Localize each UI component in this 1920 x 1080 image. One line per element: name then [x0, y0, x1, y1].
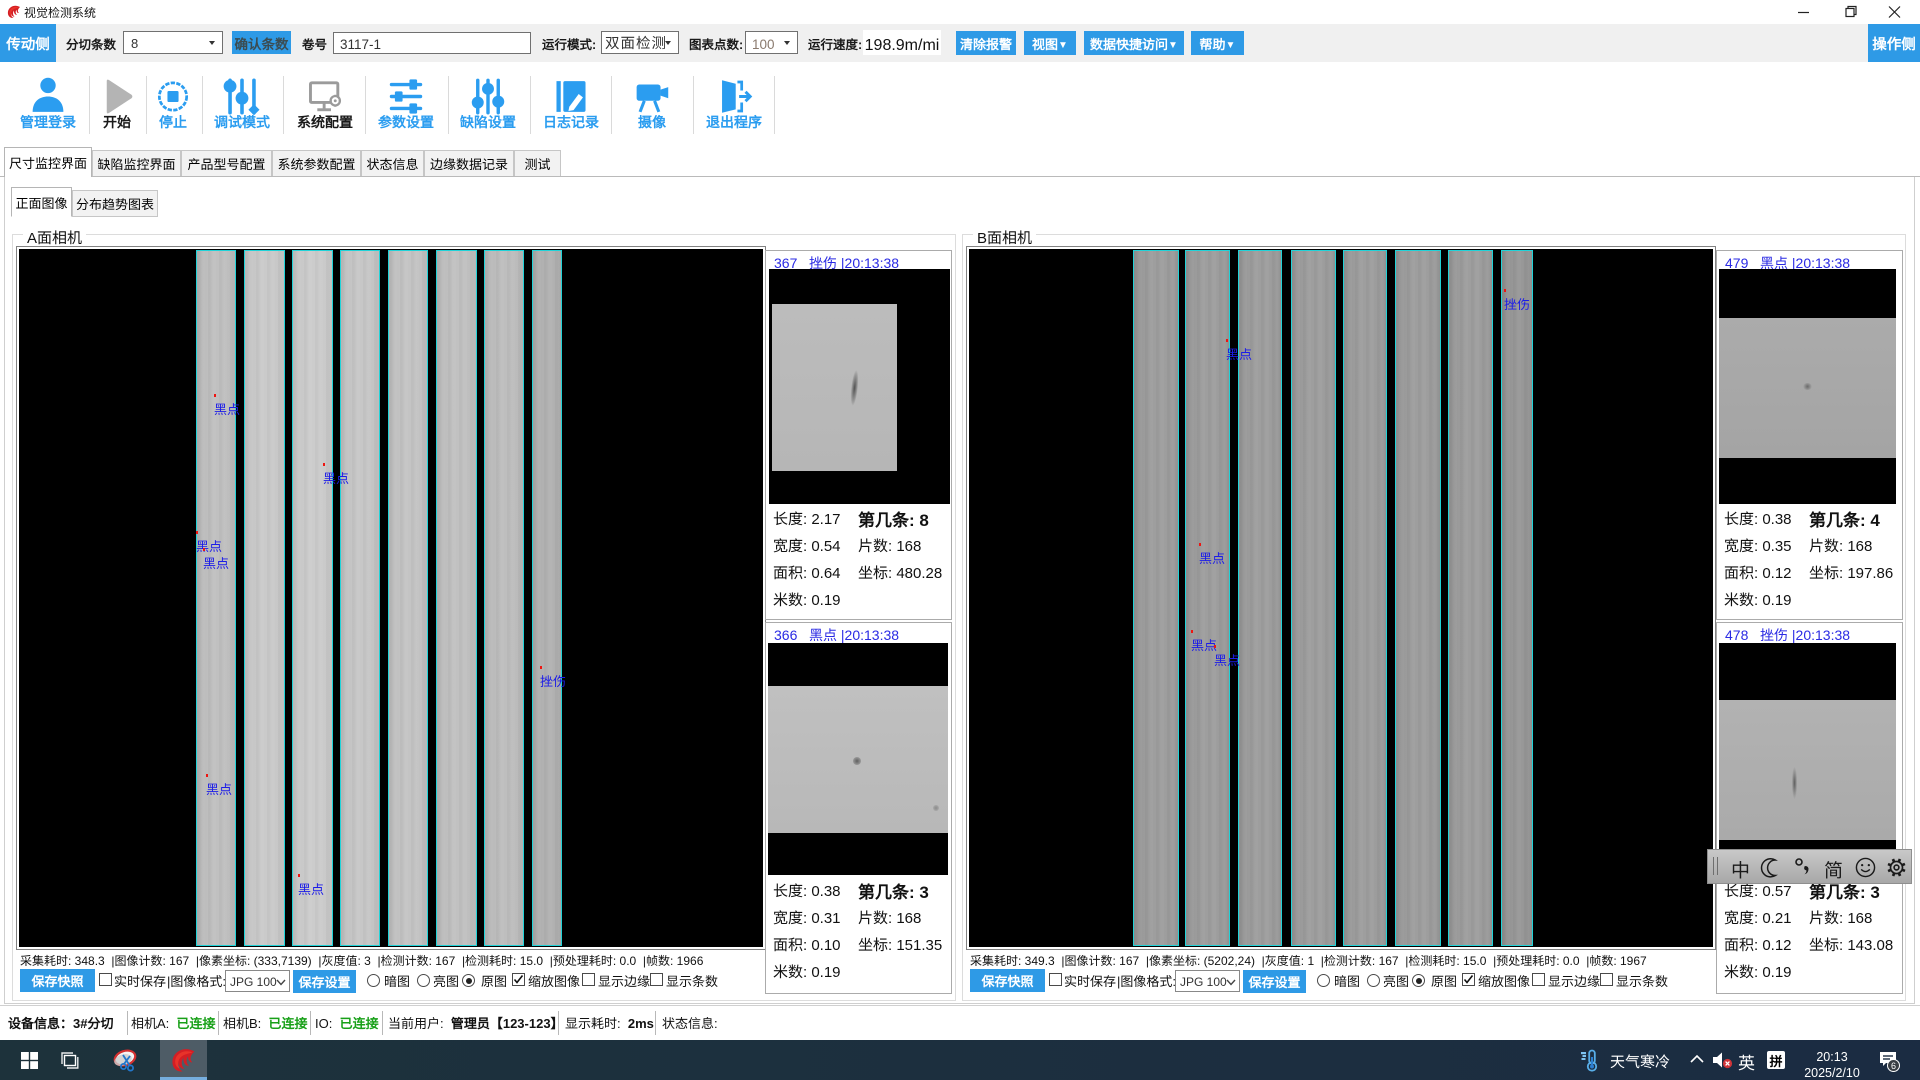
svg-text:6: 6	[1891, 1061, 1896, 1071]
